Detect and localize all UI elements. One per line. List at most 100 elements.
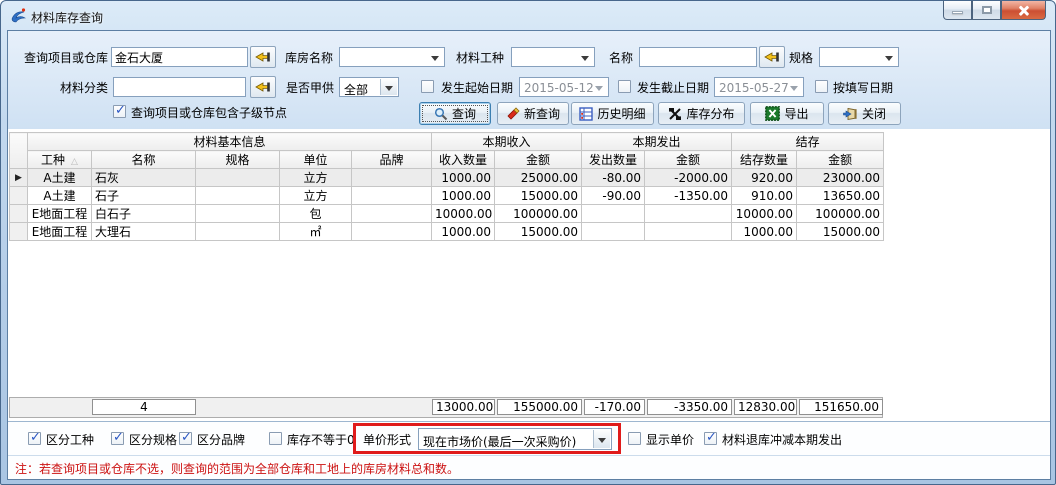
group-period-in: 本期收入 xyxy=(432,133,582,151)
new-query-button-label: 新查询 xyxy=(524,105,560,122)
table-row[interactable]: E地面工程 白石子 包 10000.00 100000.00 10000.00 … xyxy=(10,205,884,223)
distinguish-brand-checkbox[interactable] xyxy=(179,432,192,445)
chevron-down-icon xyxy=(581,56,589,61)
row-indicator-header xyxy=(10,133,28,169)
name-label: 名称 xyxy=(609,51,633,65)
summary-out-amt: -3350.00 xyxy=(647,399,732,415)
close-window-button[interactable]: 关闭 xyxy=(828,102,901,125)
price-mode-label: 单价形式 xyxy=(363,433,411,447)
col-header-unit[interactable]: 单位 xyxy=(280,151,352,169)
start-date-label: 发生起始日期 xyxy=(441,81,513,95)
minimize-button[interactable] xyxy=(943,1,972,20)
distinguish-spec-checkbox[interactable] xyxy=(111,432,124,445)
return-offset-label: 材料退库冲减本期发出 xyxy=(722,433,842,447)
col-header-bal-qty[interactable]: 结存数量 xyxy=(732,151,797,169)
trade-combo[interactable] xyxy=(511,47,595,67)
tools-icon xyxy=(668,107,682,121)
distinguish-brand-label: 区分品牌 xyxy=(197,433,245,447)
window-controls xyxy=(943,1,1046,20)
column-header-row: 工种△ 名称 规格 单位 品牌 收入数量 金额 发出数量 金额 结存数量 金额 xyxy=(10,151,884,169)
excel-export-icon xyxy=(765,106,780,121)
col-header-in-amt[interactable]: 金额 xyxy=(495,151,582,169)
history-button-label: 历史明细 xyxy=(597,105,645,122)
group-period-out: 本期发出 xyxy=(582,133,732,151)
warehouse-combo[interactable] xyxy=(339,47,445,67)
col-header-name[interactable]: 名称 xyxy=(92,151,196,169)
name-input[interactable] xyxy=(639,47,757,67)
category-input[interactable] xyxy=(113,77,246,97)
category-label: 材料分类 xyxy=(60,81,108,95)
distinguish-trade-label: 区分工种 xyxy=(46,433,94,447)
name-picker-button[interactable] xyxy=(759,46,785,68)
project-picker-button[interactable] xyxy=(250,46,276,68)
distribution-button[interactable]: 库存分布 xyxy=(658,102,745,125)
chevron-down-icon xyxy=(790,86,798,91)
summary-row-count: 4 xyxy=(92,399,196,415)
hand-picker-icon xyxy=(255,50,271,64)
show-price-checkbox[interactable] xyxy=(628,432,641,445)
table-row[interactable]: E地面工程 大理石 ㎡ 1000.00 15000.00 1000.00 150… xyxy=(10,223,884,241)
close-button[interactable] xyxy=(1001,1,1046,20)
end-date-label: 发生截止日期 xyxy=(637,81,709,95)
app-logo-icon xyxy=(10,7,27,24)
maximize-button[interactable] xyxy=(972,1,1001,20)
col-header-in-qty[interactable]: 收入数量 xyxy=(432,151,495,169)
chevron-down-icon xyxy=(431,56,439,61)
table-row[interactable]: ▶ A土建 石灰 立方 1000.00 25000.00 -80.00 -200… xyxy=(10,169,884,187)
start-date-combo[interactable]: 2015-05-12 xyxy=(519,77,609,97)
app-window: 材料库存查询 查询项目或仓库 库房名称 材料工种 名称 规格 材料分 xyxy=(0,0,1056,485)
summary-in-qty: 13000.00 xyxy=(432,399,495,415)
history-button[interactable]: 历史明细 xyxy=(571,102,654,125)
end-date-checkbox[interactable] xyxy=(618,80,631,93)
owner-supplied-combo[interactable]: 全部 xyxy=(339,77,399,97)
sort-asc-icon: △ xyxy=(71,157,78,167)
dropdown-button[interactable] xyxy=(380,79,397,95)
brush-icon xyxy=(506,107,520,121)
hand-picker-icon xyxy=(255,80,271,94)
distinguish-spec-label: 区分规格 xyxy=(129,433,177,447)
owner-supplied-label: 是否甲供 xyxy=(286,81,334,95)
summary-out-qty: -170.00 xyxy=(584,399,645,415)
return-offset-checkbox[interactable] xyxy=(704,432,717,445)
detail-list-icon xyxy=(579,107,593,121)
category-picker-button[interactable] xyxy=(250,76,276,98)
include-children-checkbox[interactable] xyxy=(113,105,126,118)
project-input[interactable] xyxy=(111,47,248,67)
query-button[interactable]: 查询 xyxy=(419,102,491,125)
distribution-button-label: 库存分布 xyxy=(686,105,734,122)
col-header-bal-amt[interactable]: 金额 xyxy=(797,151,884,169)
price-mode-combo[interactable]: 现在市场价(最后一次采购价) xyxy=(418,428,612,450)
col-header-trade[interactable]: 工种△ xyxy=(28,151,92,169)
dropdown-button[interactable] xyxy=(593,430,610,448)
export-button-label: 导出 xyxy=(784,105,808,122)
titlebar[interactable]: 材料库存查询 xyxy=(1,1,1055,30)
end-date-combo[interactable]: 2015-05-27 xyxy=(714,77,804,97)
new-query-button[interactable]: 新查询 xyxy=(497,102,569,125)
group-basic-info: 材料基本信息 xyxy=(28,133,432,151)
export-button[interactable]: 导出 xyxy=(750,102,824,125)
col-header-brand[interactable]: 品牌 xyxy=(352,151,432,169)
group-balance: 结存 xyxy=(732,133,884,151)
inventory-grid: 材料基本信息 本期收入 本期发出 结存 工种△ 名称 规格 单位 品牌 收入数量… xyxy=(8,129,1050,421)
col-header-out-qty[interactable]: 发出数量 xyxy=(582,151,645,169)
summary-bal-amt: 151650.00 xyxy=(799,399,883,415)
table-row[interactable]: A土建 石子 立方 1000.00 15000.00 -90.00 -1350.… xyxy=(10,187,884,205)
trade-label: 材料工种 xyxy=(456,51,504,65)
stock-nonzero-checkbox[interactable] xyxy=(269,432,282,445)
minimize-icon xyxy=(952,11,963,14)
show-price-label: 显示单价 xyxy=(646,433,694,447)
fill-date-checkbox[interactable] xyxy=(815,80,828,93)
col-header-out-amt[interactable]: 金额 xyxy=(645,151,732,169)
spec-combo[interactable] xyxy=(819,47,899,67)
start-date-checkbox[interactable] xyxy=(421,80,434,93)
maximize-icon xyxy=(982,6,992,14)
summary-bal-qty: 12830.00 xyxy=(734,399,797,415)
stock-nonzero-label: 库存不等于0 xyxy=(287,433,355,447)
group-header-row: 材料基本信息 本期收入 本期发出 结存 xyxy=(10,133,884,151)
chevron-down-icon xyxy=(885,56,893,61)
summary-strip: 4 13000.00 155000.00 -170.00 -3350.00 12… xyxy=(9,397,883,418)
summary-in-amt: 155000.00 xyxy=(497,399,582,415)
col-header-spec[interactable]: 规格 xyxy=(196,151,280,169)
fill-date-label: 按填写日期 xyxy=(833,81,893,95)
distinguish-trade-checkbox[interactable] xyxy=(28,432,41,445)
